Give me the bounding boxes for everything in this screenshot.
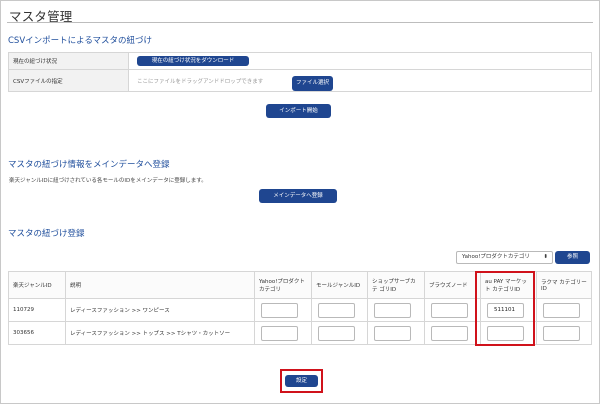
mall-cell [311, 321, 368, 345]
yahoo-cell [254, 321, 312, 345]
mall-genre-input[interactable] [318, 302, 355, 318]
column-header: ブラウズノード [424, 271, 481, 299]
genre-id-cell: 110729 [8, 298, 66, 322]
shopserve-cell [367, 298, 425, 322]
column-header: モールジャンルID [311, 271, 368, 299]
import-start-button[interactable]: インポート開始 [266, 104, 331, 118]
browse-node-input[interactable] [431, 325, 468, 341]
mall-genre-input[interactable] [318, 325, 355, 341]
rakuma-cell [536, 321, 592, 345]
yahoo-category-input[interactable] [261, 325, 298, 341]
browse-cell [424, 321, 481, 345]
category-select-value: Yahoo!プロダクトカテゴリ [462, 254, 530, 260]
download-status-button[interactable]: 現在の紐づけ状況をダウンロード [137, 56, 249, 66]
column-header: ショップサーブカテ ゴリID [367, 271, 425, 299]
status-label: 現在の紐づけ状況 [8, 52, 129, 70]
description-cell: レディースファッション >> ワンピース [65, 298, 255, 322]
chevron-updown-icon: ⬍ [543, 254, 548, 260]
mall-cell [311, 298, 368, 322]
rakuma-category-input[interactable] [543, 325, 580, 341]
csv-section-title: CSVインポートによるマスタの紐づけ [8, 36, 153, 46]
status-value-cell: 現在の紐づけ状況をダウンロード [128, 52, 592, 70]
column-header: ラクマ カテゴリー ID [536, 271, 592, 299]
main-data-section-title: マスタの紐づけ情報をメインデータへ登録 [8, 160, 170, 170]
yahoo-cell [254, 298, 312, 322]
browse-cell [424, 298, 481, 322]
file-value-cell: ここにファイルをドラッグアンドドロップできます [128, 69, 592, 92]
title-divider [7, 22, 593, 23]
reference-button[interactable]: 参照 [555, 251, 590, 264]
main-data-description: 楽天ジャンルIDに紐づけされている各モールのIDをメインデータに登録します。 [9, 178, 207, 184]
file-label: CSVファイルの指定 [8, 69, 129, 92]
rakuma-cell [536, 298, 592, 322]
genre-id-cell: 303656 [8, 321, 66, 345]
submit-button-highlight [280, 369, 323, 393]
aupay-column-highlight [475, 271, 535, 346]
category-select[interactable]: Yahoo!プロダクトカテゴリ ⬍ [456, 251, 553, 264]
status-row: 現在の紐づけ状況 現在の紐づけ状況をダウンロード [8, 52, 592, 70]
shopserve-category-input[interactable] [374, 325, 411, 341]
column-header: 説明 [65, 271, 255, 299]
yahoo-category-input[interactable] [261, 302, 298, 318]
shopserve-cell [367, 321, 425, 345]
register-main-data-button[interactable]: メインデータへ登録 [259, 189, 337, 203]
rakuma-category-input[interactable] [543, 302, 580, 318]
registration-section-title: マスタの紐づけ登録 [8, 229, 85, 239]
file-select-button[interactable]: ファイル選択 [292, 76, 333, 91]
csv-dropzone[interactable]: ここにファイルをドラッグアンドドロップできます [137, 77, 292, 85]
column-header: Yahoo!プロダクト カテゴリ [254, 271, 312, 299]
column-header: 楽天ジャンルID [8, 271, 66, 299]
browse-node-input[interactable] [431, 302, 468, 318]
shopserve-category-input[interactable] [374, 302, 411, 318]
description-cell: レディースファッション >> トップス >> Tシャツ・カットソー [65, 321, 255, 345]
